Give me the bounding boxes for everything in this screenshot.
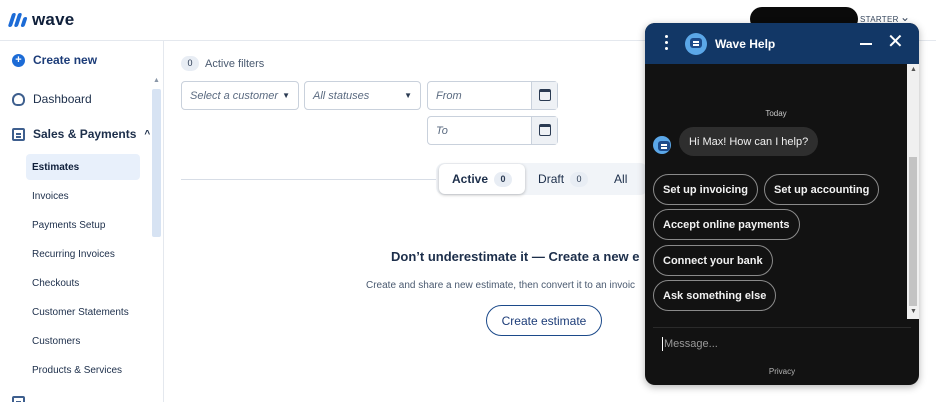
calendar-icon [539, 124, 551, 136]
calendar-icon [539, 89, 551, 101]
from-date-placeholder: From [436, 90, 462, 102]
more-options-icon[interactable] [665, 35, 669, 52]
tab-label: All [614, 172, 628, 186]
sales-icon [12, 127, 25, 141]
tab-count: 0 [494, 171, 513, 187]
sidebar-item-estimates[interactable]: Estimates [26, 154, 140, 180]
help-scrollbar-thumb[interactable] [909, 157, 917, 306]
sidebar-item-next-section[interactable] [12, 396, 25, 402]
to-calendar-button[interactable] [531, 117, 557, 144]
status-tabs: Active 0 Draft 0 All [439, 163, 640, 195]
quick-reply-connect-your-bank[interactable]: Connect your bank [653, 245, 773, 276]
bot-avatar-icon [653, 136, 671, 154]
sidebar-item-label: Products & Services [32, 364, 123, 376]
sidebar-section-sales-payments[interactable]: Sales & Payments ^ [12, 127, 150, 141]
sidebar-item-label: Checkouts [32, 277, 80, 289]
sidebar-item-recurring-invoices[interactable]: Recurring Invoices [26, 241, 140, 267]
privacy-link[interactable]: Privacy [645, 367, 919, 376]
sidebar-item-label: Customer Statements [32, 306, 129, 318]
sidebar-item-checkouts[interactable]: Checkouts [26, 270, 140, 296]
sidebar-item-payments-setup[interactable]: Payments Setup [26, 212, 140, 238]
customer-select-placeholder: Select a customer [190, 89, 279, 102]
tab-label: Draft [538, 172, 565, 186]
caret-down-icon: ▼ [282, 91, 290, 100]
day-separator: Today [765, 109, 787, 118]
sidebar-item-label: Estimates [32, 161, 80, 173]
wave-logo[interactable]: wave [7, 10, 75, 30]
message-input[interactable]: Message... [653, 327, 911, 359]
quick-reply-ask-something-else[interactable]: Ask something else [653, 280, 777, 311]
create-new-label: Create new [33, 53, 98, 67]
sidebar-item-label: Payments Setup [32, 219, 106, 231]
sidebar-item-label: Recurring Invoices [32, 248, 115, 260]
sidebar: + Create new Dashboard Sales & Payments … [0, 41, 164, 402]
tab-label: Active [452, 172, 489, 186]
active-filters-count: 0 [181, 56, 199, 71]
dashboard-icon [12, 92, 25, 106]
sidebar-item-invoices[interactable]: Invoices [26, 183, 140, 209]
scroll-up-arrow-icon[interactable]: ▲ [153, 77, 160, 84]
minimize-icon[interactable] [860, 43, 872, 45]
sidebar-item-customers[interactable]: Customers [26, 328, 140, 354]
bot-message: Hi Max! How can I help? [679, 127, 819, 156]
help-header: Wave Help ✕ [645, 23, 919, 64]
tab-all[interactable]: All [601, 164, 640, 194]
from-calendar-button[interactable] [531, 82, 557, 109]
quick-reply-set-up-invoicing[interactable]: Set up invoicing [653, 174, 758, 205]
sidebar-item-customer-statements[interactable]: Customer Statements [26, 299, 140, 325]
to-date-field[interactable]: To [427, 116, 558, 145]
sidebar-section-label: Sales & Payments [33, 127, 137, 141]
wave-logo-icon [7, 13, 28, 27]
sidebar-item-label: Dashboard [33, 92, 92, 106]
create-estimate-button[interactable]: Create estimate [486, 305, 602, 336]
status-select-placeholder: All statuses [313, 89, 370, 102]
scroll-up-arrow-icon[interactable]: ▲ [910, 66, 917, 73]
create-new-button[interactable]: + Create new [12, 53, 97, 67]
tab-draft[interactable]: Draft 0 [525, 164, 601, 194]
caret-down-icon: ▼ [404, 91, 412, 100]
close-icon[interactable]: ✕ [887, 32, 904, 52]
section-icon [12, 396, 25, 402]
chevron-up-icon: ^ [144, 128, 151, 140]
plus-icon: + [12, 53, 25, 67]
scroll-down-arrow-icon[interactable]: ▼ [910, 308, 917, 315]
tab-active[interactable]: Active 0 [439, 164, 526, 194]
help-title: Wave Help [715, 37, 776, 51]
from-date-field[interactable]: From [427, 81, 558, 110]
sidebar-item-dashboard[interactable]: Dashboard [12, 92, 92, 106]
chevron-down-icon[interactable]: ⌄ [900, 10, 910, 24]
empty-state-title: Don’t underestimate it — Create a new e [391, 249, 640, 264]
active-filters-label: Active filters [205, 57, 265, 70]
brand-name: wave [32, 10, 75, 29]
sidebar-scrollbar-thumb[interactable] [152, 89, 161, 237]
customer-select[interactable]: Select a customer ▼ [181, 81, 299, 110]
sidebar-item-label: Customers [32, 335, 81, 347]
active-filters: 0 Active filters [181, 56, 264, 71]
message-placeholder: Message... [664, 338, 718, 350]
bot-avatar-icon [685, 33, 707, 55]
help-chat-panel: Wave Help ✕ ▲ ▼ Today Hi Max! How can I … [645, 23, 919, 385]
sidebar-item-products-services[interactable]: Products & Services [26, 357, 140, 383]
quick-reply-accept-online-payments[interactable]: Accept online payments [653, 209, 800, 240]
tab-count: 0 [570, 171, 589, 187]
text-cursor [662, 337, 663, 351]
quick-reply-set-up-accounting[interactable]: Set up accounting [764, 174, 880, 205]
sidebar-item-label: Invoices [32, 190, 69, 202]
status-select[interactable]: All statuses ▼ [304, 81, 421, 110]
to-date-placeholder: To [436, 125, 448, 137]
empty-state-subtitle: Create and share a new estimate, then co… [366, 280, 636, 291]
